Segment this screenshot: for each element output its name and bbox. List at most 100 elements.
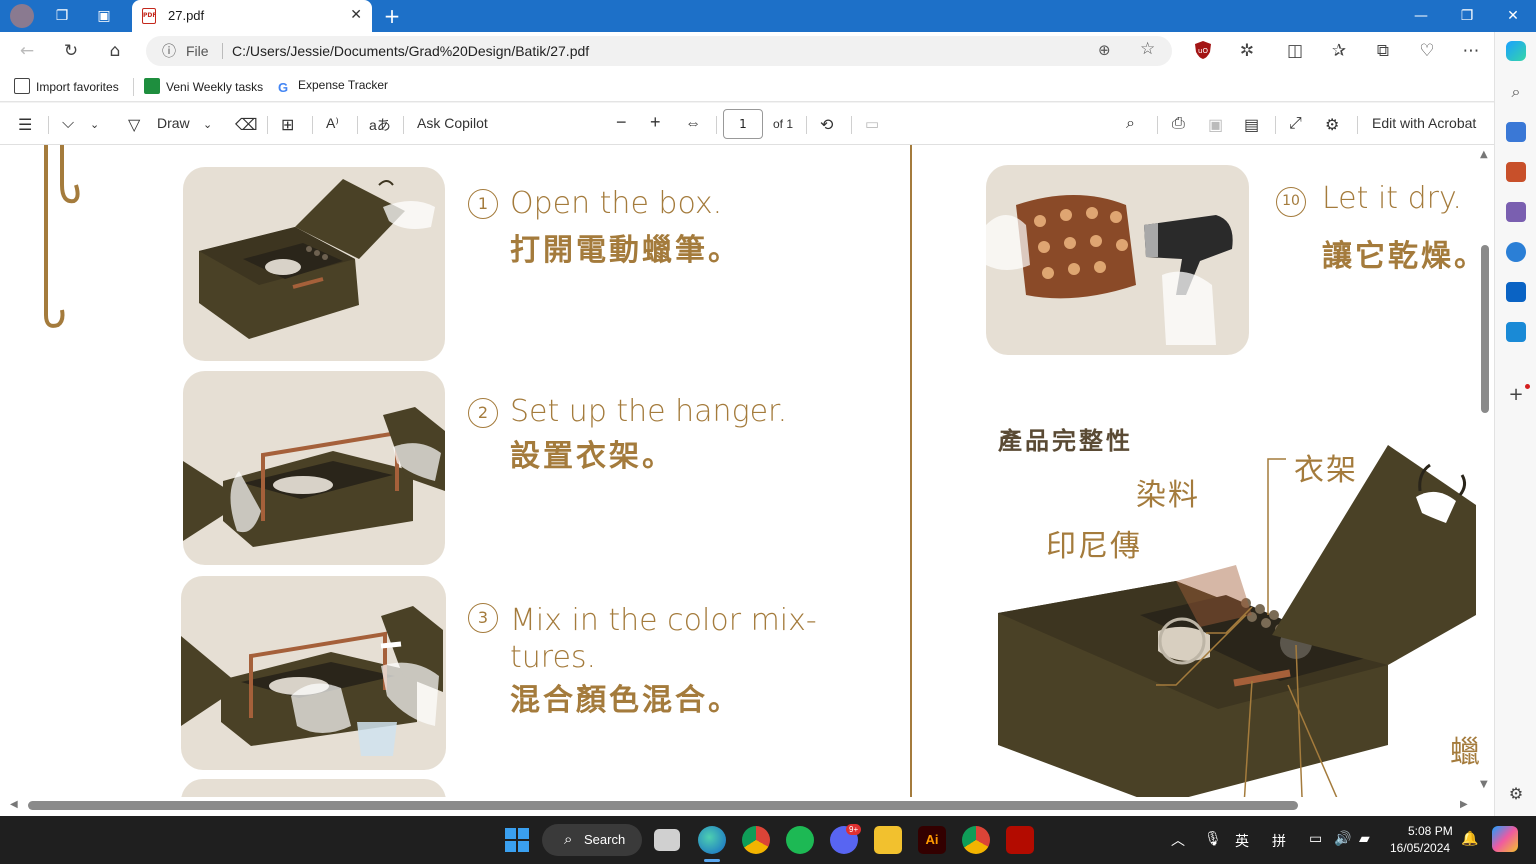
favorite-veni[interactable]: Veni Weekly tasks [144,78,263,94]
network-icon[interactable]: ▭ [1309,830,1322,847]
scroll-right-icon[interactable]: ▶ [1460,799,1468,810]
illustrator-icon[interactable]: Ai [918,826,946,854]
taskbar-search[interactable]: ⌕ Search [542,824,642,856]
language-indicator[interactable]: 英 [1235,831,1249,851]
start-icon[interactable] [503,826,531,854]
edge-sidebar: ⌕ + ⚙ [1494,32,1536,816]
rotate-icon[interactable]: ⟲ [820,115,833,135]
home-icon[interactable]: ⌂ [104,40,126,62]
ublock-icon[interactable]: uO [1192,40,1214,62]
vertical-scrollbar[interactable]: ▲ ▼ [1478,145,1492,797]
spotify-icon[interactable] [786,826,814,854]
games-icon[interactable] [1506,202,1526,222]
back-icon[interactable]: ← [16,40,38,62]
address-bar[interactable]: ⓘ File C:/Users/Jessie/Documents/Grad%20… [146,36,1172,66]
tab-actions-icon[interactable]: ▣ [94,6,114,26]
page-view-icon[interactable]: ▭ [865,115,879,133]
pdf-document[interactable]: 1 Open the box. 打開電動蠟筆。 2 Set up the han… [0,145,1494,816]
add-sidebar-icon[interactable]: + [1506,385,1526,405]
vertical-scroll-thumb[interactable] [1481,245,1489,413]
import-icon [14,78,30,94]
acrobat-icon[interactable] [1006,826,1034,854]
close-window-button[interactable]: ✕ [1490,4,1536,28]
step-10-illustration [986,165,1249,355]
print-icon[interactable]: ⎙ [1172,115,1185,133]
step-3-english: Mix in the color mix- [510,603,817,638]
shopping-icon[interactable] [1506,122,1526,142]
file-explorer-icon[interactable] [874,826,902,854]
edge-taskbar-icon[interactable] [698,826,726,854]
tray-overflow-icon[interactable]: ︿ [1171,830,1185,850]
url-prefix: File [186,43,209,59]
more-menu-icon[interactable]: ⋯ [1460,40,1482,62]
contents-icon[interactable]: ☰ [18,115,32,135]
ask-copilot-button[interactable]: Ask Copilot [417,115,488,131]
page-number-input[interactable]: 1 [723,109,763,139]
chrome-profile-icon[interactable] [962,826,990,854]
workspaces-icon[interactable]: ❐ [52,6,72,26]
microsoft365-icon[interactable] [1506,242,1526,262]
draw-dropdown-icon[interactable]: ⌄ [203,118,212,131]
translate-icon[interactable]: aあ [369,115,391,135]
restore-button[interactable]: ❐ [1444,4,1490,28]
zoom-in-icon[interactable]: + [650,112,661,133]
step-3-number: 3 [468,603,498,633]
refresh-icon[interactable]: ↻ [60,40,82,62]
notifications-icon[interactable]: 🔔 [1461,830,1478,847]
microphone-icon[interactable]: 🎙 [1204,830,1222,847]
battery-icon[interactable]: ▰ [1359,830,1370,847]
copilot-icon[interactable] [1506,41,1526,61]
favorites-icon[interactable]: ✰ [1328,40,1350,62]
performance-icon[interactable]: ♡ [1416,40,1438,62]
url-text[interactable]: C:/Users/Jessie/Documents/Grad%20Design/… [232,43,589,59]
zoom-out-icon[interactable]: − [616,112,627,133]
telegram-icon[interactable] [1506,322,1526,342]
draw-icon[interactable]: ▽ [128,115,140,135]
scroll-down-icon[interactable]: ▼ [1480,779,1488,790]
outlook-icon[interactable] [1506,282,1526,302]
highlight-icon[interactable]: ⌵ [62,115,74,133]
favorite-expense[interactable]: G Expense Tracker [278,78,388,96]
draw-button[interactable]: Draw [157,115,190,131]
task-view-icon[interactable] [654,829,680,851]
zoom-icon[interactable]: ⊕ [1098,41,1111,59]
chrome-icon[interactable] [742,826,770,854]
split-screen-icon[interactable]: ◫ [1284,40,1306,62]
sidebar-settings-icon[interactable]: ⚙ [1506,784,1526,804]
fullscreen-icon[interactable]: ⤢ [1289,115,1302,133]
step-1-illustration [183,167,445,361]
edit-with-acrobat-button[interactable]: Edit with Acrobat [1372,115,1476,131]
clock-time[interactable]: 5:08 PM [1408,824,1453,838]
fit-page-icon[interactable]: ⇔ [685,115,701,133]
clock-date[interactable]: 16/05/2024 [1390,841,1450,855]
search-sidebar-icon[interactable]: ⌕ [1506,82,1526,102]
info-icon[interactable]: ⓘ [162,41,176,61]
volume-icon[interactable]: 🔊 [1334,830,1351,847]
eraser-icon[interactable]: ⌫ [235,115,258,135]
tab-close-icon[interactable]: ✕ [350,7,362,23]
settings-icon[interactable]: ⚙ [1325,115,1339,135]
collections-icon[interactable]: ⧉ [1372,40,1394,62]
favorite-import[interactable]: Import favorites [14,78,119,94]
horizontal-scroll-thumb[interactable] [28,801,1298,810]
favorite-star-icon[interactable]: ☆ [1140,39,1155,59]
profile-avatar[interactable] [10,4,34,28]
find-icon[interactable]: ⌕ [1126,115,1135,133]
read-aloud-icon[interactable]: A⁾ [326,115,339,132]
new-tab-button[interactable]: + [382,6,402,26]
input-method-indicator[interactable]: 拼 [1272,831,1286,851]
highlight-dropdown-icon[interactable]: ⌄ [90,118,99,131]
copilot-taskbar-icon[interactable] [1492,826,1518,852]
tools-icon[interactable] [1506,162,1526,182]
extensions-icon[interactable]: ✲ [1236,40,1258,62]
step-10-number: 10 [1276,187,1306,217]
minimize-button[interactable]: — [1398,4,1444,28]
save-icon[interactable]: ▣ [1208,115,1223,135]
tab-active[interactable]: PDF 27.pdf ✕ [132,0,372,32]
text-box-icon[interactable]: ⊞ [281,115,294,135]
horizontal-scrollbar[interactable]: ◀ ▶ [0,797,1478,816]
scroll-up-icon[interactable]: ▲ [1480,149,1488,160]
active-app-indicator [704,859,720,862]
scroll-left-icon[interactable]: ◀ [10,799,18,810]
save-as-icon[interactable]: ▤ [1244,115,1259,135]
